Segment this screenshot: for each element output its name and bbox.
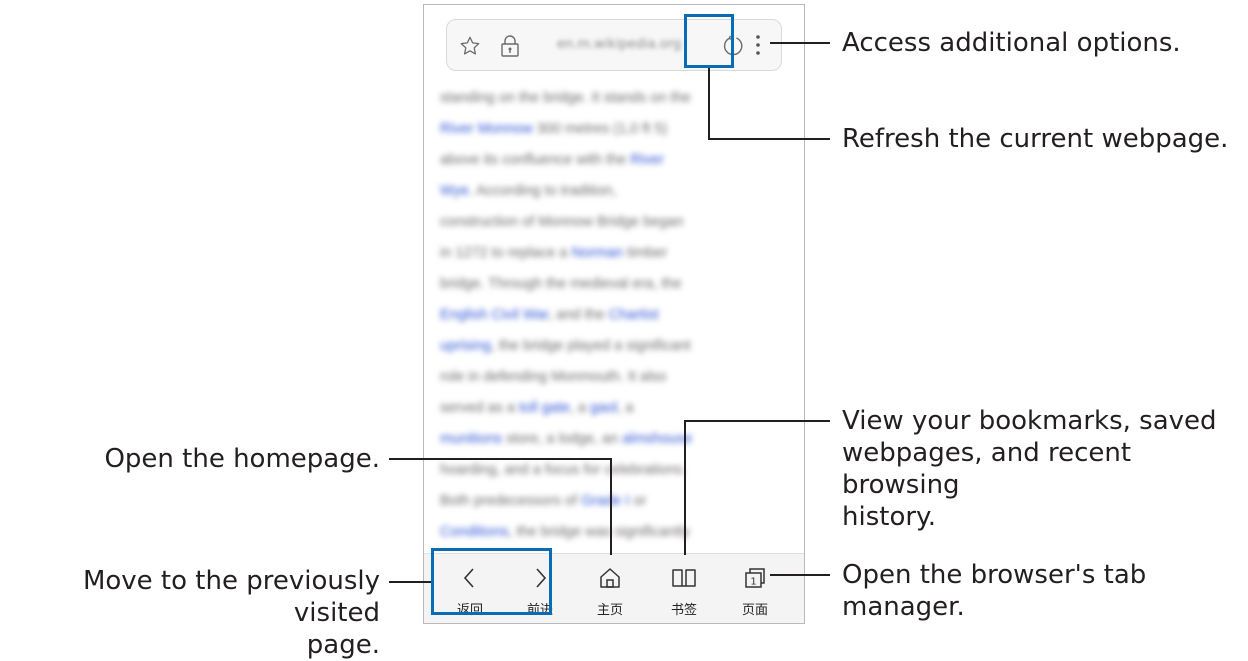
article-line: Conditions, the bridge was significantly — [440, 517, 800, 548]
bookmarks-callout-line-vertical — [684, 420, 686, 555]
phone-screen: en.m.wikipedia.org standing on the bridg… — [423, 4, 805, 624]
article-link[interactable]: Norman — [571, 245, 623, 261]
article-text: . According to tradition, — [468, 183, 617, 199]
article-link[interactable]: River Monnow — [440, 121, 533, 137]
article-link[interactable]: Wye — [440, 183, 469, 199]
article-link[interactable]: Grade I — [581, 493, 629, 509]
article-text: , the bridge was significantly — [508, 524, 690, 540]
refresh-highlight — [684, 14, 734, 68]
more-callout-line — [770, 42, 830, 44]
callout-bookmarks-line-3: history. — [842, 502, 936, 532]
article-text: above its confluence with the — [440, 152, 631, 168]
article-text: , a — [617, 400, 634, 416]
vertical-dots-icon[interactable] — [755, 33, 761, 59]
article-link[interactable]: munitions — [440, 431, 502, 447]
tabs-button[interactable]: 1 页面 — [722, 554, 788, 623]
article-text: timber — [622, 245, 668, 261]
callout-tabs-line-1: Open the browser's tab — [842, 560, 1147, 590]
navigation-highlight — [431, 548, 552, 615]
article-text: Both predecessors of — [440, 493, 582, 509]
article-text: construction of Monnow Bridge began — [440, 214, 684, 230]
home-callout-line-vertical — [610, 458, 612, 555]
article-line: uprising, the bridge played a significan… — [440, 331, 800, 362]
article-line: munitions store, a lodge, an almshouse — [440, 424, 800, 455]
article-text: role in defending Monmouth. It also — [440, 369, 667, 385]
article-link[interactable]: English Civil War — [440, 307, 548, 323]
callout-back: Move to the previously visited page. — [0, 565, 380, 661]
tabs-callout-line — [770, 574, 830, 576]
article-line: role in defending Monmouth. It also — [440, 362, 800, 393]
article-link[interactable]: Chartist — [609, 307, 659, 323]
article-text: , and the — [548, 307, 609, 323]
callout-back-line-1: Move to the previously visited — [82, 566, 380, 628]
article-text: 300 metres (1,0 ft 5) — [532, 121, 668, 137]
article-line: construction of Monnow Bridge began — [440, 207, 800, 238]
article-text: store, a lodge, an — [502, 431, 623, 447]
article-link[interactable]: Conditions — [440, 524, 509, 540]
article-text: bridge. Through the medieval era, the — [440, 276, 682, 292]
article-text: standing on the bridge. It stands on the — [440, 90, 691, 106]
callout-refresh: Refresh the current webpage. — [842, 124, 1229, 154]
tabs-label: 页面 — [741, 603, 768, 618]
article-link[interactable]: uprising — [440, 338, 491, 354]
article-link[interactable]: River — [630, 152, 664, 168]
article-line: standing on the bridge. It stands on the — [440, 83, 800, 114]
article-line: in 1272 to replace a Norman timber — [440, 238, 800, 269]
callout-tabs-line-2: manager. — [842, 592, 965, 622]
article-link[interactable]: toll gate — [519, 400, 570, 416]
star-icon[interactable] — [459, 35, 481, 57]
article-text: hoarding, and a focus for celebrations. — [440, 462, 687, 478]
article-link[interactable]: gaol — [590, 400, 617, 416]
bookmarks-callout-line — [684, 420, 830, 422]
refresh-callout-line — [708, 138, 830, 140]
bookmarks-button[interactable]: 书签 — [651, 554, 717, 623]
url-text[interactable]: en.m.wikipedia.org — [557, 37, 681, 52]
back-callout-line — [389, 581, 431, 583]
callout-bookmarks-line-1: View your bookmarks, saved — [842, 406, 1217, 436]
article-line: above its confluence with the River — [440, 145, 800, 176]
refresh-callout-line-vertical — [708, 68, 710, 140]
article-link[interactable]: almshouse — [622, 431, 692, 447]
home-icon — [600, 568, 620, 588]
lock-icon — [501, 35, 519, 57]
article-line: Wye. According to tradition, — [440, 176, 800, 207]
callout-bookmarks-line-2: webpages, and recent browsing — [842, 438, 1132, 500]
book-icon — [672, 569, 696, 587]
article-line: Both predecessors of Grade I or — [440, 486, 800, 517]
article-line: bridge. Through the medieval era, the — [440, 269, 800, 300]
article-line: River Monnow 300 metres (1,0 ft 5) — [440, 114, 800, 145]
callout-tabs: Open the browser's tab manager. — [842, 559, 1146, 623]
article-text: served as a — [440, 400, 519, 416]
callout-home: Open the homepage. — [104, 444, 380, 474]
article-text: or — [629, 493, 647, 509]
callout-back-line-2: page. — [306, 630, 380, 660]
tab-count: 1 — [750, 577, 756, 588]
article-text: , the bridge played a significant — [490, 338, 691, 354]
tabs-icon: 1 — [745, 568, 765, 588]
home-callout-line — [389, 458, 612, 460]
article-text: in 1272 to replace a — [440, 245, 572, 261]
home-label: 主页 — [596, 603, 623, 618]
webpage-content[interactable]: standing on the bridge. It stands on the… — [440, 83, 800, 555]
article-line: English Civil War, and the Chartist — [440, 300, 800, 331]
callout-more-options: Access additional options. — [842, 28, 1181, 58]
article-text: , a — [569, 400, 590, 416]
bookmarks-label: 书签 — [670, 603, 697, 618]
callout-bookmarks: View your bookmarks, saved webpages, and… — [842, 405, 1248, 533]
home-button[interactable]: 主页 — [577, 554, 643, 623]
